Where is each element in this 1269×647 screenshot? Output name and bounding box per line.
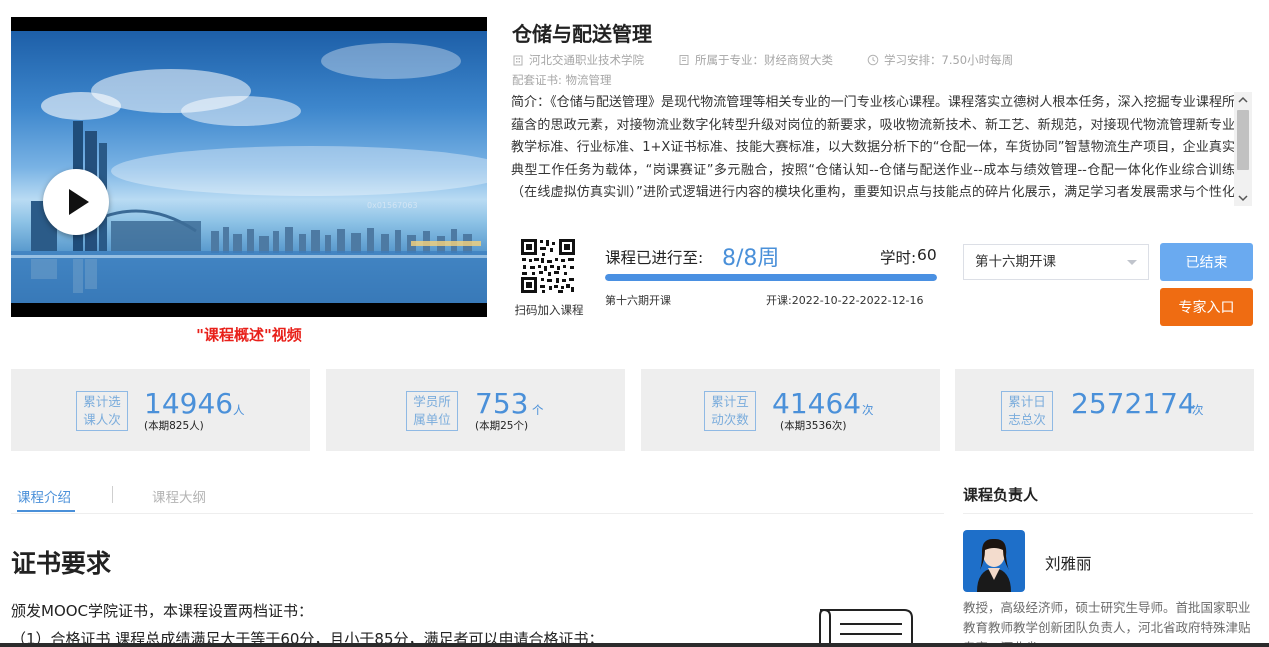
term-select[interactable]: 第十六期开课 bbox=[963, 244, 1149, 280]
video-watermark: 0x01567063 bbox=[367, 201, 418, 210]
qr-code-icon[interactable] bbox=[520, 238, 576, 294]
stat-badge-line2: 动次数 bbox=[711, 412, 749, 427]
owner-name: 刘雅丽 bbox=[1045, 555, 1092, 573]
owner-separator bbox=[963, 513, 1253, 514]
course-intro: 简介：《仓储与配送管理》是现代物流管理等相关专业的一门专业核心课程。课程落实立德… bbox=[511, 95, 1235, 200]
tab-divider bbox=[112, 486, 113, 503]
scroll-up-arrow-icon[interactable] bbox=[1234, 92, 1252, 108]
major-info: 所属于专业：财经商贸大类 bbox=[678, 52, 833, 68]
video-thumbnail: 0x01567063 bbox=[11, 31, 487, 303]
tabs-separator bbox=[11, 513, 944, 514]
stat-badge: 累计选 课人次 bbox=[76, 391, 128, 431]
section-title: 证书要求 bbox=[11, 549, 112, 578]
avatar[interactable] bbox=[963, 530, 1025, 592]
date-range: 开课:2022-10-22-2022-12-16 bbox=[766, 294, 924, 307]
stat-unit: 次 bbox=[1192, 403, 1204, 417]
bottom-bar bbox=[0, 643, 1269, 647]
content-paragraph: 颁发MOOC学院证书，本课程设置两档证书： bbox=[11, 602, 314, 620]
stat-badge: 累计互 动次数 bbox=[704, 391, 756, 431]
caret-down-icon bbox=[1127, 260, 1137, 265]
stat-badge-line2: 属单位 bbox=[413, 412, 451, 427]
school-info: 河北交通职业技术学院 bbox=[512, 52, 644, 68]
owner-section-title: 课程负责人 bbox=[963, 486, 1039, 504]
stat-sub: (本期25个) bbox=[475, 420, 529, 432]
stat-unit: 个 bbox=[532, 403, 544, 417]
play-button[interactable] bbox=[43, 169, 109, 235]
stat-sub: (本期3536次) bbox=[780, 420, 847, 432]
certificate-info: 配套证书: 物流管理 bbox=[512, 73, 612, 87]
building-icon bbox=[513, 55, 523, 66]
progress-bar bbox=[605, 274, 937, 281]
major-text: 所属于专业：财经商贸大类 bbox=[695, 53, 833, 67]
tab-course-intro[interactable]: 课程介绍 bbox=[17, 486, 71, 506]
stat-badge-line2: 课人次 bbox=[83, 412, 121, 427]
hours-label: 学时: bbox=[880, 249, 917, 267]
school-name: 河北交通职业技术学院 bbox=[529, 53, 644, 67]
stat-badge: 学员所 属单位 bbox=[406, 391, 458, 431]
ended-button[interactable]: 已结束 bbox=[1160, 243, 1253, 281]
stat-badge-line1: 累计选 bbox=[83, 394, 121, 409]
hours-value: 60 bbox=[917, 246, 937, 264]
stat-card-enrollments: 累计选 课人次 14946 人 (本期825人) bbox=[11, 369, 310, 451]
play-icon bbox=[69, 189, 89, 215]
stat-badge-line2: 志总次 bbox=[1008, 412, 1046, 427]
stat-badge-line1: 累计互 bbox=[711, 394, 749, 409]
schedule-info: 学习安排：7.50小时每周 bbox=[867, 52, 1013, 68]
schedule-text: 学习安排：7.50小时每周 bbox=[884, 53, 1014, 67]
tab-course-outline[interactable]: 课程大纲 bbox=[152, 486, 206, 506]
stat-card-units: 学员所 属单位 753 个 (本期25个) bbox=[326, 369, 625, 451]
clock-icon bbox=[867, 54, 879, 66]
active-tab-indicator bbox=[17, 510, 75, 512]
progress-value: 8/8周 bbox=[722, 246, 780, 271]
stat-value: 2572174 bbox=[1071, 387, 1196, 420]
stat-unit: 次 bbox=[862, 403, 874, 417]
video-player[interactable]: 0x01567063 bbox=[11, 17, 487, 317]
stat-sub: (本期825人) bbox=[144, 420, 204, 432]
stat-card-interactions: 累计互 动次数 41464 次 (本期3536次) bbox=[641, 369, 940, 451]
intro-scrollbar[interactable] bbox=[1234, 92, 1252, 206]
city-skyline-image bbox=[11, 43, 487, 303]
expert-entry-button[interactable]: 专家入口 bbox=[1160, 288, 1253, 326]
course-title: 仓储与配送管理 bbox=[512, 22, 652, 46]
stat-value: 14946 bbox=[144, 387, 234, 420]
stat-badge: 累计日 志总次 bbox=[1001, 391, 1053, 431]
scroll-down-arrow-icon[interactable] bbox=[1234, 190, 1252, 206]
stat-value: 753 bbox=[475, 387, 529, 420]
term-label: 第十六期开课 bbox=[605, 294, 671, 307]
term-select-value: 第十六期开课 bbox=[975, 254, 1056, 270]
stat-badge-line1: 学员所 bbox=[413, 394, 451, 409]
book-icon bbox=[679, 55, 689, 65]
owner-bio: 教授，高级经济师，硕士研究生导师。首批国家职业教育教师教学创新团队负责人，河北省… bbox=[963, 600, 1251, 647]
certificate-scroll-icon bbox=[819, 609, 913, 646]
qr-label: 扫码加入课程 bbox=[514, 303, 584, 317]
stat-card-logs: 累计日 志总次 2572174 次 bbox=[955, 369, 1254, 451]
stat-unit: 人 bbox=[233, 403, 245, 417]
stat-value: 41464 bbox=[772, 387, 862, 420]
course-page: 0x01567063 "课程概述"视频 仓储与配送管理 河北交通职业技术学院 所… bbox=[0, 0, 1269, 647]
stat-badge-line1: 累计日 bbox=[1008, 394, 1046, 409]
progress-bar-fill bbox=[605, 274, 937, 281]
scroll-thumb[interactable] bbox=[1237, 110, 1249, 170]
video-caption: "课程概述"视频 bbox=[196, 326, 302, 344]
progress-label: 课程已进行至: bbox=[605, 249, 704, 267]
